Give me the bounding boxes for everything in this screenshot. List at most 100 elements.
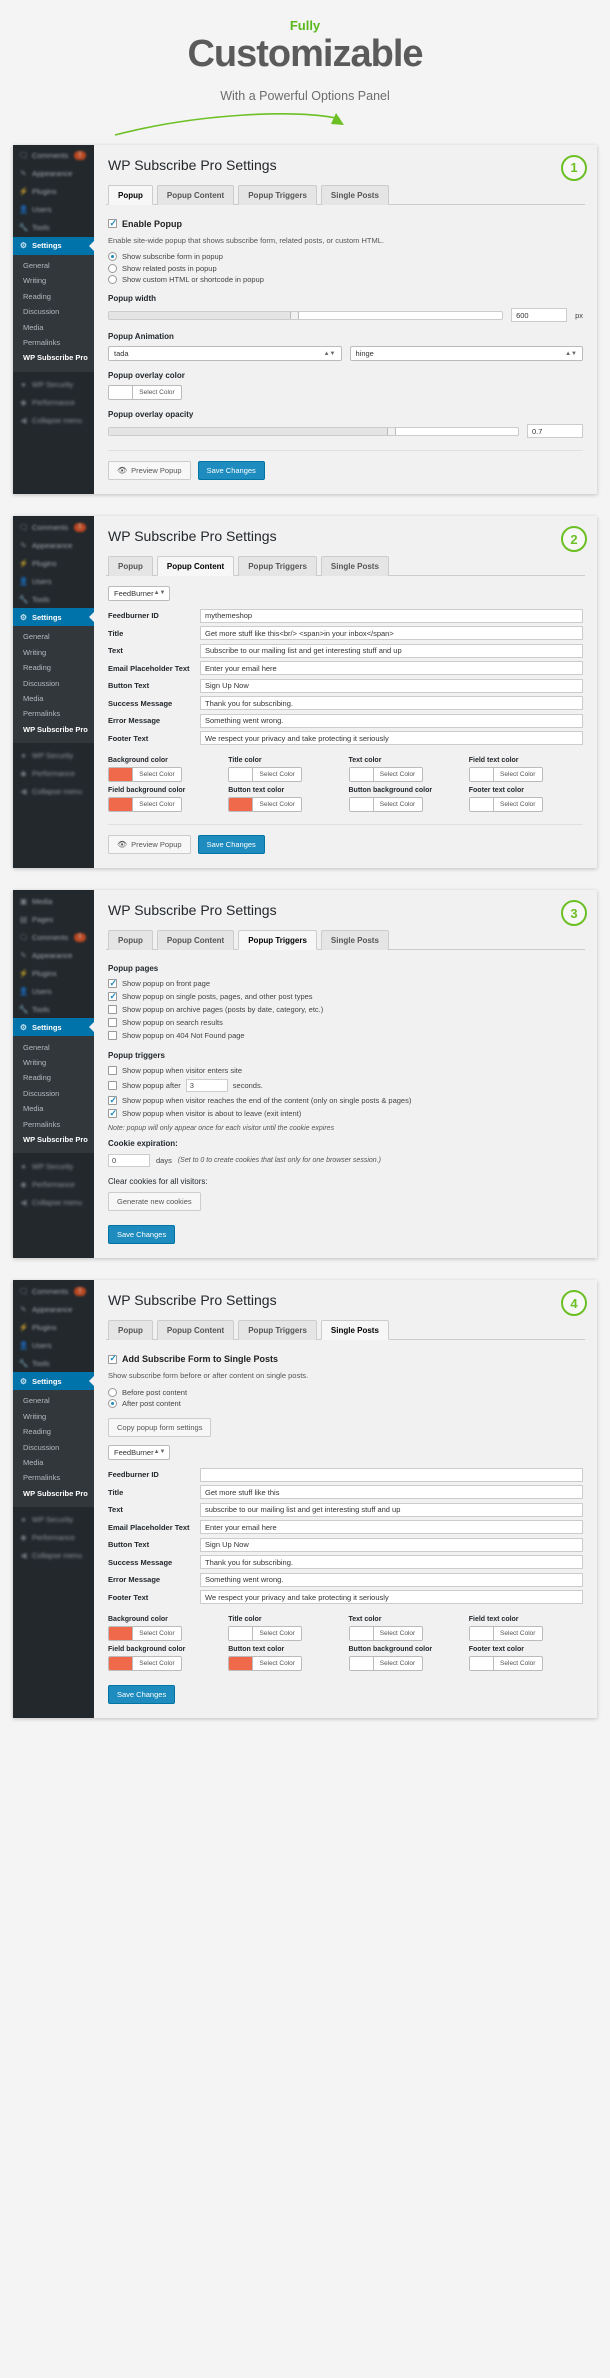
save-changes-button[interactable]: Save Changes [108,1225,176,1245]
tab-popup-triggers[interactable]: Popup Triggers [238,184,317,205]
sidebar-item-wp-subscribe-pro[interactable]: WP Subscribe Pro [13,721,94,736]
overlay-opacity-slider[interactable] [108,426,519,436]
delay-seconds-input[interactable]: 3 [185,1079,228,1093]
sidebar-item-settings[interactable]: ⚙ Settings [13,236,94,255]
sidebar-item-writing[interactable]: Writing [13,645,94,660]
overlay-opacity-input[interactable]: 0.7 [527,424,583,439]
sidebar-item-media[interactable]: Media [13,1101,94,1116]
sidebar-item-performance[interactable]: ◆ Performance [13,1175,94,1193]
page-trigger-row[interactable]: Show popup on 404 Not Found page [108,1031,583,1041]
select-color-button[interactable]: Select Color [253,1657,301,1670]
checkbox-exit-intent[interactable] [108,1108,117,1119]
trigger-row[interactable]: Show popup when visitor is about to leav… [108,1108,583,1119]
tab-single-posts[interactable]: Single Posts [320,184,389,205]
provider-select[interactable]: FeedBurner ▲▼ [108,1444,170,1460]
sidebar-item-reading[interactable]: Reading [13,660,94,675]
sidebar-item-discussion[interactable]: Discussion [13,304,94,319]
checkbox-archive-pages[interactable] [108,1005,117,1015]
trigger-row-delay[interactable]: Show popup after 3 seconds. [108,1079,583,1093]
select-color-button[interactable]: Select Color [494,798,542,811]
sidebar-item-wp-security[interactable]: ● WP Security [13,1511,94,1529]
preview-popup-button[interactable]: 👁 Preview Popup [108,835,191,855]
footer-text-color-picker[interactable]: Select Color [468,797,543,813]
tab-single-posts[interactable]: Single Posts [320,555,389,576]
add-subscribe-form-row[interactable]: Add Subscribe Form to Single Posts [108,1353,583,1364]
checkbox-enters-site[interactable] [108,1066,117,1076]
sidebar-item-wp-security[interactable]: ● WP Security [13,376,94,394]
sidebar-item-permalinks[interactable]: Permalinks [13,335,94,350]
background-color-picker[interactable]: Select Color [108,767,182,783]
field-background-color-picker[interactable]: Select Color [108,797,182,813]
sidebar-item-reading[interactable]: Reading [13,1070,94,1085]
feedburner-id-input[interactable] [200,1467,583,1482]
save-changes-button[interactable]: Save Changes [197,835,265,855]
text-color-picker[interactable]: Select Color [348,1626,423,1642]
tab-single-posts[interactable]: Single Posts [320,930,389,951]
page-trigger-row[interactable]: Show popup on archive pages (posts by da… [108,1005,583,1015]
text-color-picker[interactable]: Select Color [348,767,423,783]
background-color-picker[interactable]: Select Color [108,1626,182,1642]
radio-before-post-content[interactable] [108,1387,117,1397]
select-color-button[interactable]: Select Color [253,798,301,811]
sidebar-item-appearance[interactable]: ✎ Appearance [13,946,94,964]
sidebar-item-users[interactable]: 👤 Users [13,572,94,590]
sidebar-item-wp-security[interactable]: ● WP Security [13,747,94,765]
field-background-color-picker[interactable]: Select Color [108,1656,182,1672]
select-color-button[interactable]: Select Color [253,1627,301,1640]
sidebar-item-discussion[interactable]: Discussion [13,675,94,690]
sidebar-item-reading[interactable]: Reading [13,289,94,304]
sidebar-collapse-menu[interactable]: ◀ Collapse menu [13,1547,94,1565]
add-subscribe-form-checkbox[interactable] [108,1353,117,1364]
sidebar-item-writing[interactable]: Writing [13,273,94,288]
sidebar-item-plugins[interactable]: ⚡ Plugins [13,183,94,201]
checkbox-single-posts[interactable] [108,991,117,1002]
checkbox-404-page[interactable] [108,1031,117,1041]
sidebar-item-comments[interactable]: 🗨 Comments 1 [13,518,94,536]
footer-text-input[interactable]: We respect your privacy and take protect… [200,1590,583,1605]
radio-row-after-content[interactable]: After post content [108,1399,583,1409]
tab-popup-triggers[interactable]: Popup Triggers [238,555,317,576]
radio-row-custom-html[interactable]: Show custom HTML or shortcode in popup [108,275,583,285]
sidebar-item-users[interactable]: 👤 Users [13,1336,94,1354]
success-message-input[interactable]: Thank you for subscribing. [200,1555,583,1570]
sidebar-item-discussion[interactable]: Discussion [13,1086,94,1101]
cookie-expiration-input[interactable]: 0 [108,1154,150,1168]
sidebar-item-settings[interactable]: ⚙ Settings [13,1018,94,1037]
sidebar-item-wp-security[interactable]: ● WP Security [13,1157,94,1175]
select-color-button[interactable]: Select Color [133,798,181,811]
tab-single-posts[interactable]: Single Posts [320,1320,389,1341]
sidebar-item-comments[interactable]: 🗨 Comments 1 [13,1282,94,1300]
sidebar-item-discussion[interactable]: Discussion [13,1439,94,1454]
sidebar-item-plugins[interactable]: ⚡ Plugins [13,554,94,572]
feedburner-id-input[interactable]: mythemeshop [200,608,583,623]
sidebar-item-tools[interactable]: 🔧 Tools [13,1354,94,1372]
sidebar-item-users[interactable]: 👤 Users [13,982,94,1000]
sidebar-item-appearance[interactable]: ✎ Appearance [13,1300,94,1318]
sidebar-item-plugins[interactable]: ⚡ Plugins [13,964,94,982]
tab-popup[interactable]: Popup [108,184,153,205]
sidebar-item-media[interactable]: Media [13,319,94,334]
radio-row-before-content[interactable]: Before post content [108,1387,583,1397]
trigger-row[interactable]: Show popup when visitor enters site [108,1066,583,1076]
button-text-color-picker[interactable]: Select Color [228,797,303,813]
sidebar-item-general[interactable]: General [13,1393,94,1408]
select-color-button[interactable]: Select Color [494,768,542,781]
sidebar-item-writing[interactable]: Writing [13,1055,94,1070]
field-text-color-picker[interactable]: Select Color [468,1626,543,1642]
checkbox-front-page[interactable] [108,978,117,989]
select-color-button[interactable]: Select Color [133,768,181,781]
popup-width-input[interactable]: 600 [511,308,568,323]
sidebar-item-tools[interactable]: 🔧 Tools [13,219,94,237]
sidebar-item-general[interactable]: General [13,1039,94,1054]
sidebar-item-pages[interactable]: ▤ Pages [13,910,94,928]
page-trigger-row[interactable]: Show popup on single posts, pages, and o… [108,991,583,1002]
title-input[interactable]: Get more stuff like this [200,1485,583,1500]
checkbox-end-of-content[interactable] [108,1095,117,1106]
radio-related-posts[interactable] [108,263,117,273]
copy-popup-settings-button[interactable]: Copy popup form settings [108,1417,212,1437]
tab-popup-content[interactable]: Popup Content [156,184,235,205]
select-color-button[interactable]: Select Color [374,768,422,781]
footer-text-color-picker[interactable]: Select Color [468,1656,543,1672]
error-message-input[interactable]: Something went wrong. [200,713,583,728]
radio-custom-html[interactable] [108,275,117,285]
